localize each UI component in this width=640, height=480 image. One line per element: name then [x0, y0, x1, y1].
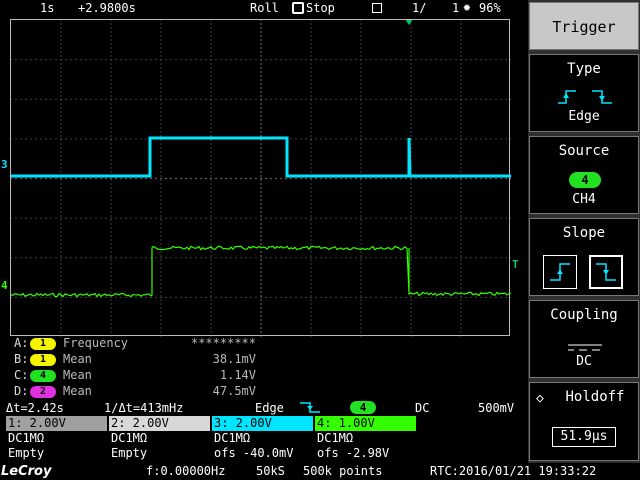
holdoff-value-field[interactable]: 51.9µs — [552, 427, 616, 447]
trigger-menu: Trigger Type Edge Source 4 CH4 Slope Cou… — [528, 0, 640, 463]
trigger-level-marker[interactable]: T — [512, 258, 519, 271]
trigger-position-marker[interactable] — [405, 20, 413, 25]
channel-4-info[interactable]: 4: 1.00V DC1MΩ ofs -2.98V — [315, 416, 416, 463]
channel-badge: 4 — [30, 370, 56, 382]
battery-icon: ✹ — [463, 0, 471, 15]
channel-badge: 1 — [30, 354, 56, 366]
falling-slope-icon[interactable] — [589, 255, 623, 289]
trigger-channel-badge: 4 — [350, 401, 376, 414]
channel-3-scale: 3: 2.00V — [212, 416, 313, 431]
record-length: 500k points — [303, 464, 383, 478]
edge-trigger-icon — [556, 87, 614, 111]
frame-index: 1/ — [412, 1, 427, 15]
delta-time: Δt=2.42s — [6, 401, 64, 415]
cursor-trigger-status: Δt=2.42s 1/Δt=413mHz Edge 4 DC 500mV — [0, 400, 526, 416]
sample-rate: 50kS — [256, 464, 285, 478]
graticule — [11, 20, 511, 337]
source-channel-badge: 4 — [569, 172, 601, 188]
frame-count: 1 — [452, 1, 460, 15]
trigger-source-button[interactable]: Source 4 CH4 — [529, 136, 639, 214]
trigger-slope-button[interactable]: Slope — [529, 218, 639, 296]
waveform-svg — [11, 20, 511, 337]
run-state: Stop — [306, 1, 335, 15]
adjust-knob-icon: ◇ — [536, 391, 544, 406]
trigger-type-button[interactable]: Type Edge — [529, 54, 639, 132]
channel-badge: 1 — [30, 338, 56, 350]
bottom-status-bar: LeCroy f:0.00000Hz 50kS 500k points RTC:… — [0, 463, 640, 480]
frames-icon — [372, 3, 382, 13]
channel-4-scale: 4: 1.00V — [315, 416, 416, 431]
timebase: 1s — [40, 1, 55, 15]
rising-slope-icon[interactable] — [543, 255, 577, 289]
acquisition-mode: Roll — [250, 1, 279, 15]
inverse-delta-time: 1/Δt=413mHz — [104, 401, 184, 415]
stop-icon — [292, 2, 304, 14]
channel-badge: 2 — [30, 386, 56, 398]
trigger-holdoff-button[interactable]: ◇ Holdoff 51.9µs — [529, 382, 639, 461]
channel-1-scale: 1: 2.00V — [6, 416, 107, 431]
trigger-coupling: DC — [415, 401, 430, 415]
waveform-display[interactable] — [10, 19, 511, 337]
brand-logo: LeCroy — [1, 464, 52, 479]
trigger-level: 500mV — [478, 401, 515, 415]
channel-1-info[interactable]: 1: 2.00V DC1MΩ Empty — [6, 416, 107, 463]
channel-2-info[interactable]: 2: 2.00V DC1MΩ Empty — [109, 416, 210, 463]
measurements-panel: A: 1 Frequency ********* B: 1 Mean 38.1m… — [14, 336, 256, 398]
top-status-bar: 1s +2.9800s Roll Stop 1/ 1 ✹ 96% — [0, 0, 526, 18]
trigger-delay: +2.9800s — [78, 1, 136, 15]
channel-3-info[interactable]: 3: 2.00V DC1MΩ ofs -40.0mV — [212, 416, 313, 463]
trigger-coupling-button[interactable]: Coupling DC — [529, 300, 639, 378]
channel-2-scale: 2: 2.00V — [109, 416, 210, 431]
channel-4-marker[interactable]: 4 — [1, 279, 8, 292]
counter-frequency: f:0.00000Hz — [146, 464, 226, 478]
channel-3-marker[interactable]: 3 — [1, 158, 8, 171]
trigger-menu-title[interactable]: Trigger — [529, 2, 639, 50]
battery-level: 96% — [479, 1, 501, 15]
trigger-type: Edge — [255, 401, 284, 415]
real-time-clock: RTC:2016/01/21 19:33:22 — [430, 464, 597, 478]
